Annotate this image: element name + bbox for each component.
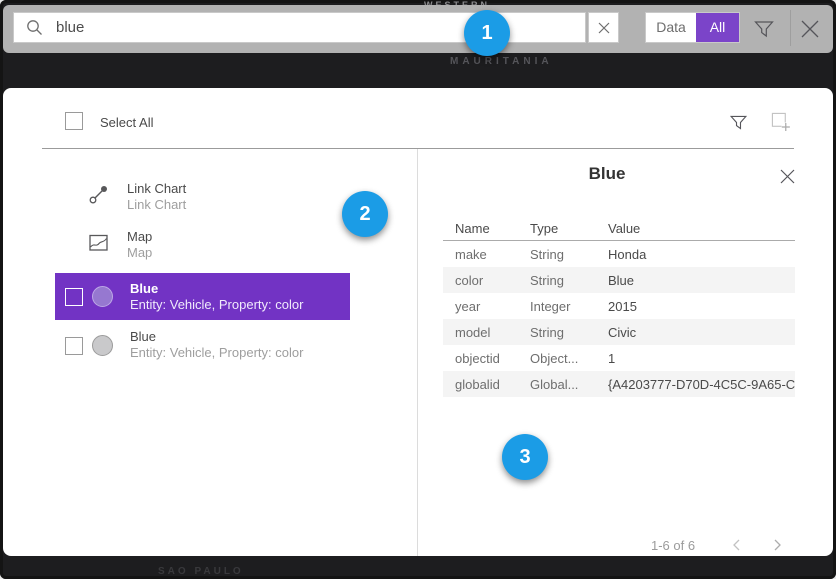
map-label-sao-paulo: SAO PAULO <box>158 566 244 577</box>
callout-number: 2 <box>359 203 370 226</box>
cell-value: Honda <box>596 247 795 262</box>
link-chart-icon <box>88 184 109 205</box>
pagination-label: 1-6 of 6 <box>651 538 695 553</box>
table-row: objectid Object... 1 <box>443 345 795 371</box>
cell-name: objectid <box>443 351 518 366</box>
cell-name: color <box>443 273 518 288</box>
item-title: Link Chart <box>127 181 186 196</box>
select-all-label: Select All <box>100 115 153 130</box>
scope-option-data[interactable]: Data <box>646 13 696 42</box>
cell-value: 2015 <box>596 299 795 314</box>
panel-divider <box>417 149 418 556</box>
list-item-blue[interactable]: Blue Entity: Vehicle, Property: color <box>55 324 350 368</box>
item-subtitle: Entity: Vehicle, Property: color <box>130 345 303 360</box>
search-toolbar: Data All <box>3 5 833 53</box>
callout-1: 1 <box>464 10 510 56</box>
cell-type: String <box>518 247 596 262</box>
results-panel: Select All Link Chart Link Chart <box>3 88 833 556</box>
cell-value: 1 <box>596 351 795 366</box>
item-title: Map <box>127 229 152 244</box>
header-divider <box>42 148 794 149</box>
callout-2: 2 <box>342 191 388 237</box>
entity-circle-icon <box>92 286 113 307</box>
item-checkbox[interactable] <box>65 288 83 306</box>
item-title: Blue <box>130 281 158 296</box>
map-icon <box>88 232 109 253</box>
callout-number: 1 <box>481 22 492 45</box>
table-header: Name Type Value <box>443 216 795 241</box>
select-all-checkbox[interactable] <box>65 112 83 130</box>
page-next-icon[interactable] <box>769 537 785 553</box>
column-header-name: Name <box>443 221 518 236</box>
table-row: model String Civic <box>443 319 795 345</box>
table-row: globalid Global... {A4203777-D70D-4C5C-9… <box>443 371 795 397</box>
item-subtitle: Entity: Vehicle, Property: color <box>130 297 303 312</box>
list-item-link-chart[interactable]: Link Chart Link Chart <box>55 178 335 218</box>
table-row: year Integer 2015 <box>443 293 795 319</box>
cell-type: Global... <box>518 377 596 392</box>
item-subtitle: Link Chart <box>127 197 186 212</box>
clear-search-button[interactable] <box>588 12 619 43</box>
cell-name: make <box>443 247 518 262</box>
entity-circle-icon <box>92 335 113 356</box>
filter-icon[interactable] <box>753 18 775 40</box>
add-selection-icon[interactable] <box>771 112 791 132</box>
cell-value: {A4203777-D70D-4C5C-9A65-C... <box>596 377 795 392</box>
toolbar-divider <box>790 10 791 46</box>
item-checkbox[interactable] <box>65 337 83 355</box>
column-header-type: Type <box>518 221 596 236</box>
item-title: Blue <box>130 329 156 344</box>
cell-type: Object... <box>518 351 596 366</box>
clear-icon <box>598 22 610 34</box>
table-row: make String Honda <box>443 241 795 267</box>
map-label-mauritania: MAURITANIA <box>450 56 553 67</box>
cell-type: Integer <box>518 299 596 314</box>
item-subtitle: Map <box>127 245 152 260</box>
list-item-map[interactable]: Map Map <box>55 226 335 266</box>
scope-option-all[interactable]: All <box>696 13 739 42</box>
cell-value: Blue <box>596 273 795 288</box>
page-prev-icon[interactable] <box>729 537 745 553</box>
list-item-blue-selected[interactable]: Blue Entity: Vehicle, Property: color <box>55 273 350 320</box>
callout-number: 3 <box>519 446 530 469</box>
search-icon <box>26 19 43 36</box>
panel-filter-icon[interactable] <box>729 113 748 132</box>
scope-toggle: Data All <box>645 12 740 43</box>
close-search-icon[interactable] <box>798 17 822 41</box>
cell-name: globalid <box>443 377 518 392</box>
detail-title: Blue <box>431 164 783 184</box>
cell-type: String <box>518 273 596 288</box>
cell-type: String <box>518 325 596 340</box>
cell-name: year <box>443 299 518 314</box>
table-row: color String Blue <box>443 267 795 293</box>
attribute-table: Name Type Value make String Honda color … <box>443 216 795 397</box>
detail-close-icon[interactable] <box>779 168 796 185</box>
cell-name: model <box>443 325 518 340</box>
column-header-value: Value <box>596 221 795 236</box>
cell-value: Civic <box>596 325 795 340</box>
callout-3: 3 <box>502 434 548 480</box>
app-window: WESTERN MAURITANIA SAO PAULO Data All <box>0 0 836 579</box>
